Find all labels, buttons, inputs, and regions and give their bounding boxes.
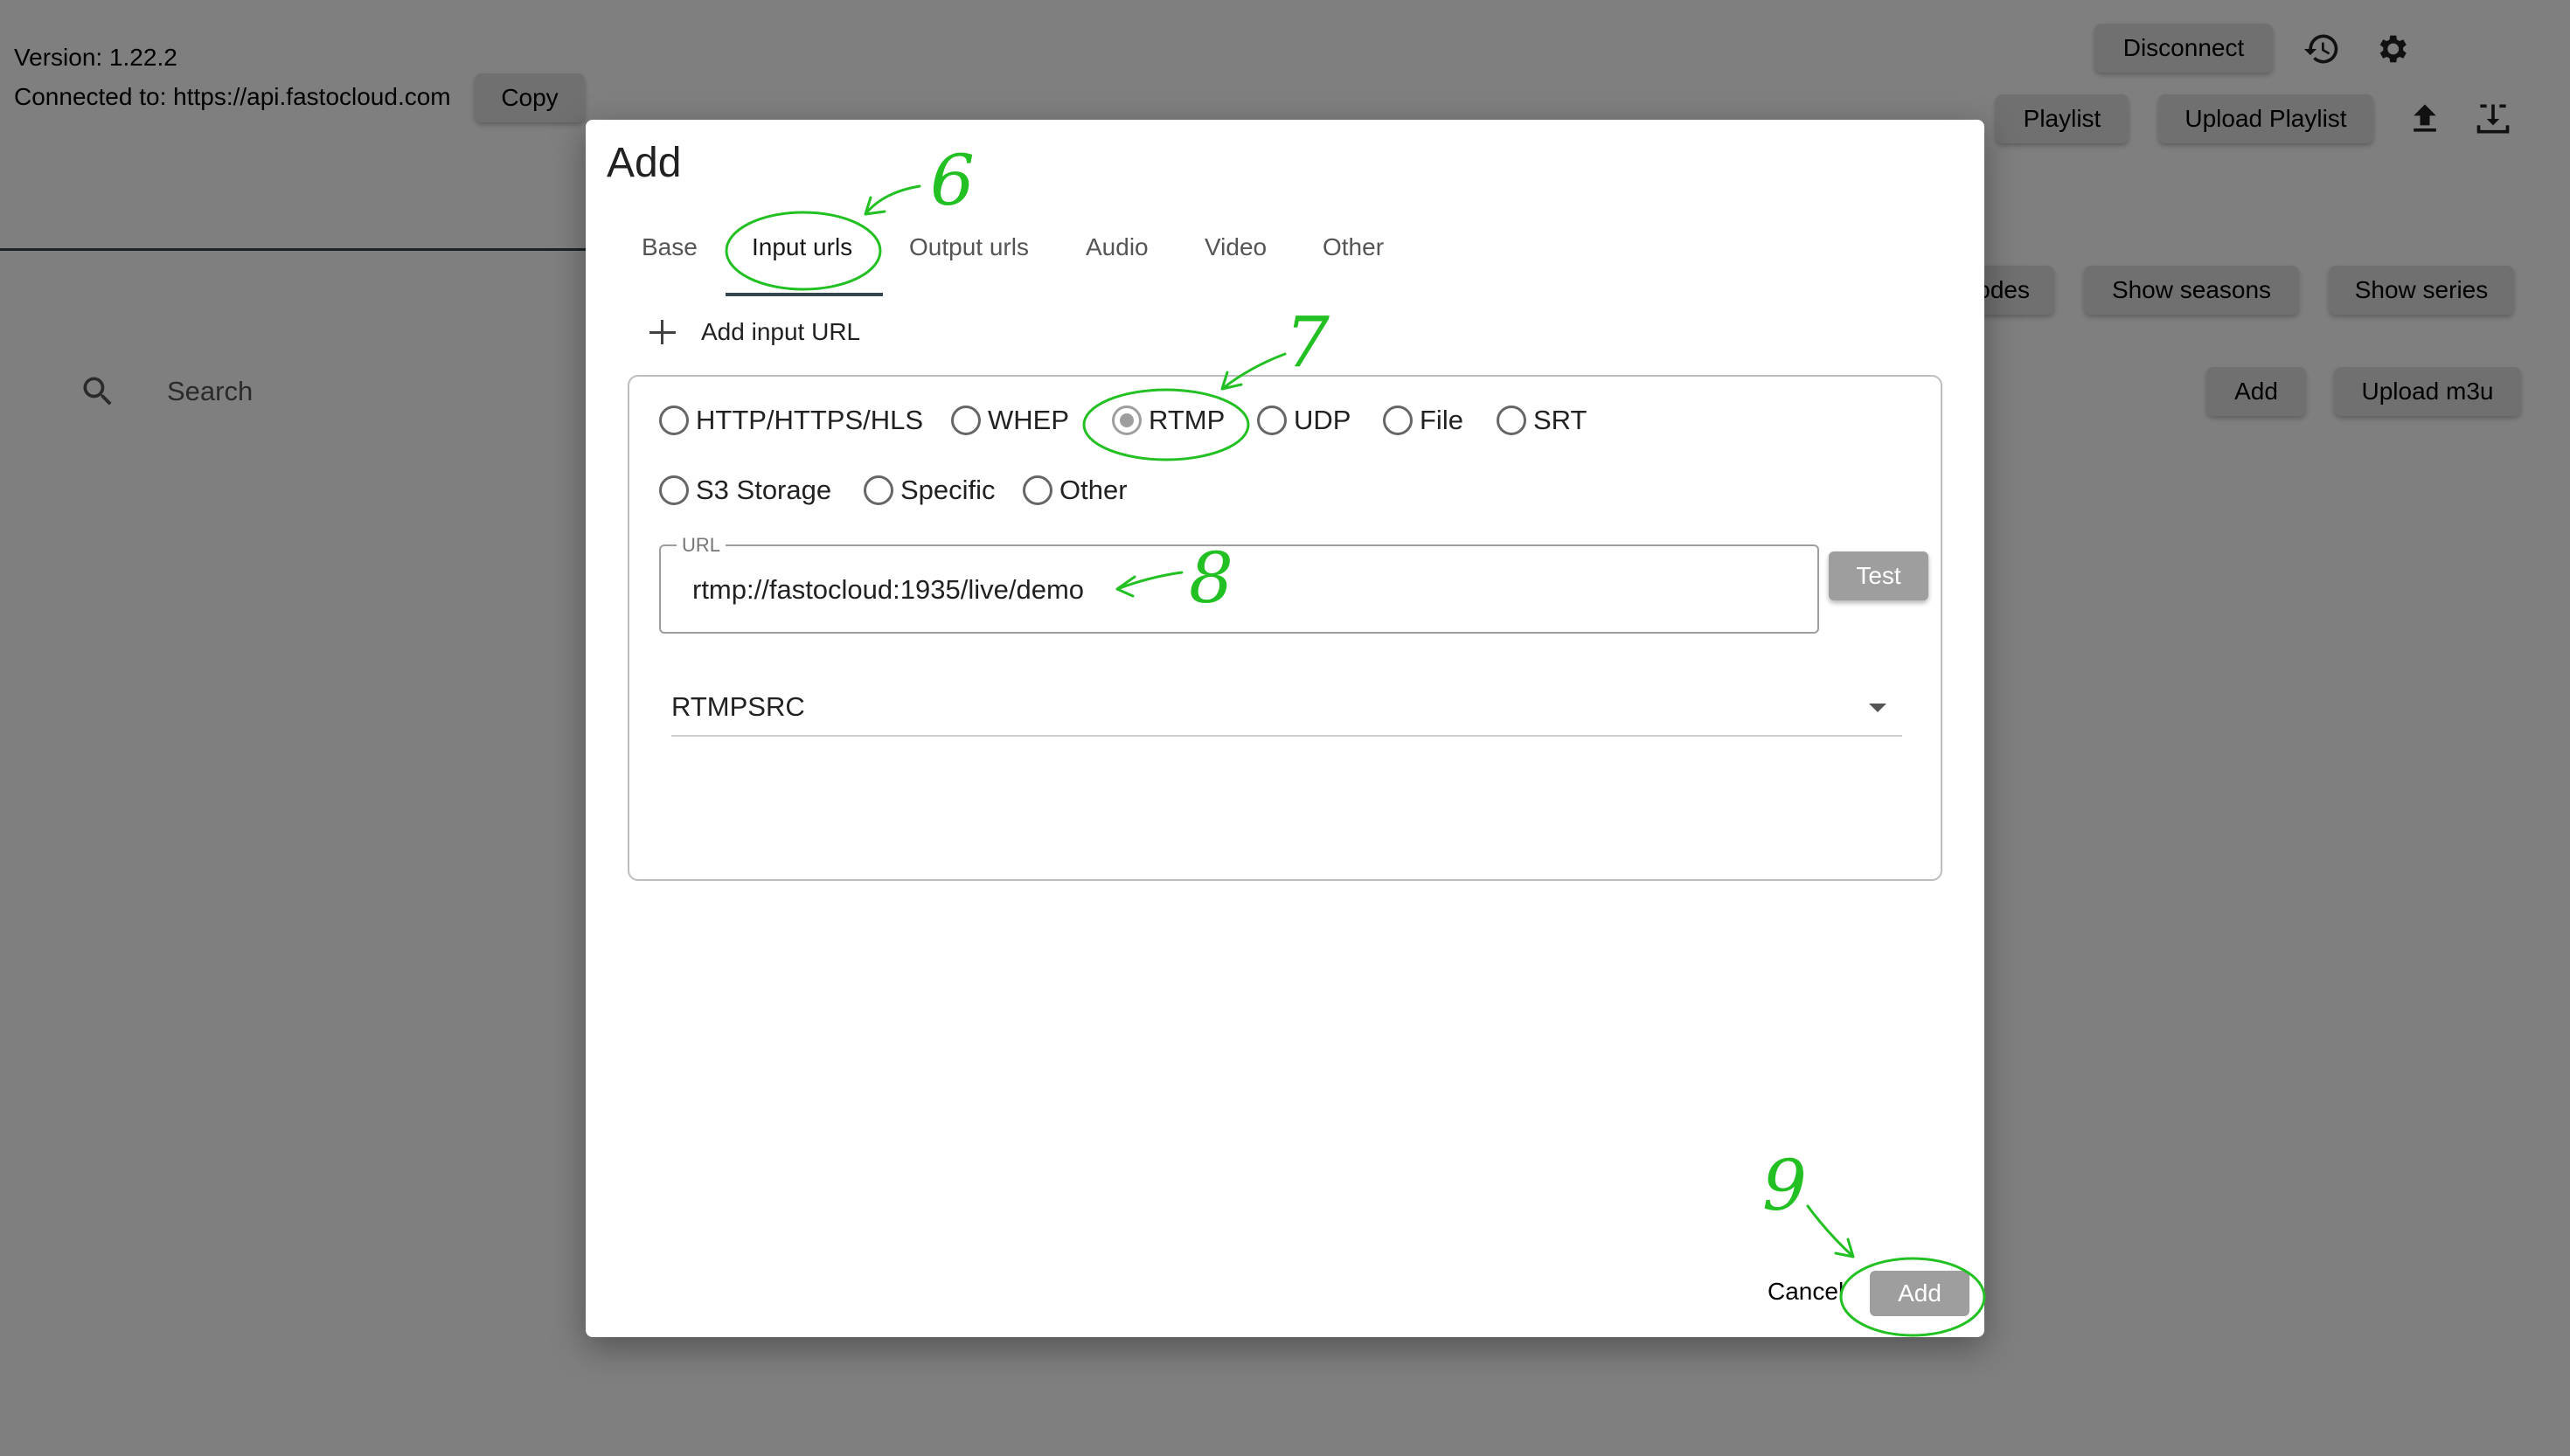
tab-audio[interactable]: Audio	[1086, 233, 1149, 261]
add-input-url-label: Add input URL	[701, 318, 861, 345]
dialog-title: Add	[607, 140, 682, 186]
url-input[interactable]: URL rtmp://fastocloud:1935/live/demo	[659, 534, 1819, 634]
tab-other[interactable]: Other	[1323, 233, 1384, 261]
radio-label: SRT	[1533, 405, 1587, 435]
tab-input-urls[interactable]: Input urls	[752, 233, 852, 261]
radio-udp[interactable]: UDP	[1257, 405, 1351, 436]
input-url-card: HTTP/HTTPS/HLS WHEP RTMP UDP File SRT S3…	[628, 375, 1942, 881]
radio-s3-storage[interactable]: S3 Storage	[659, 475, 831, 506]
tab-video[interactable]: Video	[1205, 233, 1267, 261]
radio-circle	[659, 406, 689, 435]
annotation-label-8: 8	[1189, 537, 1233, 619]
radio-label: WHEP	[988, 405, 1069, 435]
tab-base[interactable]: Base	[642, 233, 698, 261]
radio-label: UDP	[1294, 405, 1351, 435]
radio-circle	[1497, 406, 1526, 435]
radio-circle	[1112, 406, 1142, 435]
add-button[interactable]: Add	[1870, 1271, 1969, 1316]
radio-circle	[951, 406, 981, 435]
radio-http-https-hls[interactable]: HTTP/HTTPS/HLS	[659, 405, 923, 436]
source-type-select[interactable]: RTMPSRC	[671, 683, 1902, 737]
radio-label: HTTP/HTTPS/HLS	[696, 405, 924, 435]
radio-other[interactable]: Other	[1023, 475, 1128, 506]
radio-rtmp[interactable]: RTMP	[1112, 405, 1225, 436]
active-tab-indicator	[726, 293, 883, 296]
add-input-url-button[interactable]: Add input URL	[645, 310, 860, 354]
annotation-label-9: 9	[1762, 1145, 1807, 1226]
radio-label: RTMP	[1149, 405, 1226, 435]
caret-down-icon	[1869, 704, 1886, 712]
radio-label: File	[1420, 405, 1463, 435]
tab-output-urls[interactable]: Output urls	[909, 233, 1029, 261]
radio-specific[interactable]: Specific	[864, 475, 996, 506]
url-value[interactable]: rtmp://fastocloud:1935/live/demo	[692, 574, 1084, 606]
url-field-label: URL	[677, 534, 726, 557]
radio-circle	[1023, 475, 1052, 505]
radio-circle	[864, 475, 893, 505]
radio-label: Other	[1059, 475, 1128, 505]
radio-file[interactable]: File	[1383, 405, 1463, 436]
radio-circle	[659, 475, 689, 505]
annotation-label-6: 6	[930, 140, 975, 221]
radio-label: Specific	[900, 475, 996, 505]
radio-whep[interactable]: WHEP	[951, 405, 1069, 436]
radio-label: S3 Storage	[696, 475, 832, 505]
source-type-value: RTMPSRC	[671, 691, 805, 722]
radio-circle	[1257, 406, 1287, 435]
radio-srt[interactable]: SRT	[1497, 405, 1587, 436]
plus-icon	[645, 315, 680, 350]
annotation-label-7: 7	[1285, 302, 1330, 383]
cancel-button[interactable]: Cancel	[1768, 1278, 1844, 1306]
test-button[interactable]: Test	[1829, 551, 1928, 600]
radio-circle	[1383, 406, 1413, 435]
